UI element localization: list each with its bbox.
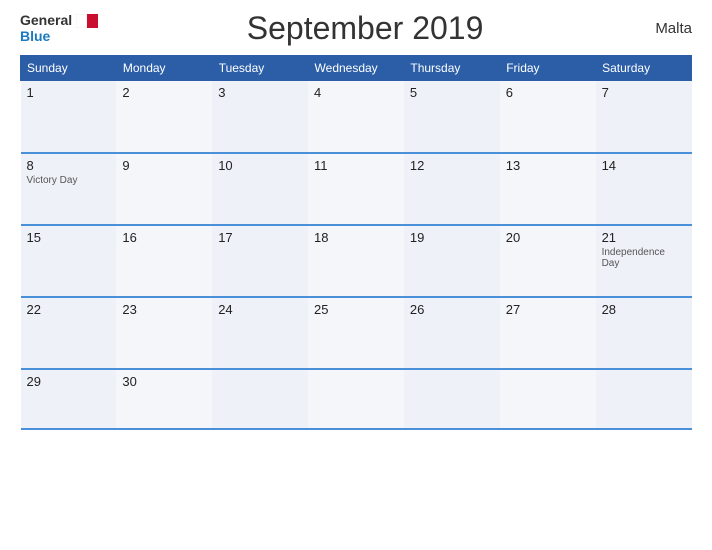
day-number: 21 (602, 230, 686, 245)
day-number: 26 (410, 302, 494, 317)
calendar-day-cell: 23 (116, 297, 212, 369)
calendar-day-cell: 9 (116, 153, 212, 225)
calendar-day-cell (404, 369, 500, 429)
calendar-week-row: 15 16 17 18 19 20 21 Independence Day (21, 225, 692, 297)
day-number: 23 (122, 302, 206, 317)
day-number: 28 (602, 302, 686, 317)
calendar-day-cell: 18 (308, 225, 404, 297)
calendar-day-cell: 22 (21, 297, 117, 369)
day-number: 16 (122, 230, 206, 245)
holiday-label: Victory Day (27, 175, 111, 186)
calendar-day-cell: 24 (212, 297, 308, 369)
country-name: Malta (632, 20, 692, 37)
calendar-day-cell (212, 369, 308, 429)
calendar-day-cell: 1 (21, 81, 117, 153)
calendar-day-cell: 12 (404, 153, 500, 225)
day-number: 14 (602, 158, 686, 173)
calendar-day-cell: 27 (500, 297, 596, 369)
calendar-day-cell: 8 Victory Day (21, 153, 117, 225)
calendar-day-cell: 5 (404, 81, 500, 153)
calendar-header-cell: Wednesday (308, 56, 404, 81)
day-number: 13 (506, 158, 590, 173)
calendar-header-cell: Tuesday (212, 56, 308, 81)
calendar-week-row: 1234567 (21, 81, 692, 153)
calendar-title: September 2019 (98, 10, 632, 47)
logo-blue-text: Blue (20, 29, 50, 44)
day-number: 24 (218, 302, 302, 317)
day-number: 7 (602, 85, 686, 100)
day-number: 30 (122, 374, 206, 389)
calendar-day-cell: 28 (596, 297, 692, 369)
day-number: 9 (122, 158, 206, 173)
day-number: 1 (27, 85, 111, 100)
calendar-day-cell: 7 (596, 81, 692, 153)
calendar-day-cell: 21 Independence Day (596, 225, 692, 297)
day-number: 19 (410, 230, 494, 245)
calendar-day-cell: 13 (500, 153, 596, 225)
calendar-day-cell: 19 (404, 225, 500, 297)
calendar-day-cell: 29 (21, 369, 117, 429)
day-number: 10 (218, 158, 302, 173)
calendar-day-cell: 11 (308, 153, 404, 225)
calendar-day-cell: 4 (308, 81, 404, 153)
day-number: 20 (506, 230, 590, 245)
calendar-day-cell: 3 (212, 81, 308, 153)
day-number: 8 (27, 158, 111, 173)
day-number: 25 (314, 302, 398, 317)
calendar-week-row: 22 23 24 25 26 27 28 (21, 297, 692, 369)
calendar-day-cell (308, 369, 404, 429)
day-number: 12 (410, 158, 494, 173)
day-number: 18 (314, 230, 398, 245)
calendar-header-row: SundayMondayTuesdayWednesdayThursdayFrid… (21, 56, 692, 81)
calendar-header-cell: Sunday (21, 56, 117, 81)
calendar-header-cell: Saturday (596, 56, 692, 81)
calendar-header-cell: Thursday (404, 56, 500, 81)
calendar-header-cell: Friday (500, 56, 596, 81)
calendar-day-cell: 6 (500, 81, 596, 153)
day-number: 17 (218, 230, 302, 245)
page-header: General Blue September 2019 Malta (20, 10, 692, 47)
calendar-day-cell: 15 (21, 225, 117, 297)
day-number: 5 (410, 85, 494, 100)
day-number: 3 (218, 85, 302, 100)
calendar-day-cell: 30 (116, 369, 212, 429)
calendar-table: SundayMondayTuesdayWednesdayThursdayFrid… (20, 55, 692, 430)
day-number: 15 (27, 230, 111, 245)
calendar-day-cell: 14 (596, 153, 692, 225)
calendar-week-row: 8 Victory Day 9 10 11 12 13 14 (21, 153, 692, 225)
logo-flag-icon (76, 14, 98, 28)
day-number: 4 (314, 85, 398, 100)
day-number: 22 (27, 302, 111, 317)
calendar-day-cell (500, 369, 596, 429)
day-number: 27 (506, 302, 590, 317)
calendar-week-row: 29 30 (21, 369, 692, 429)
calendar-day-cell: 2 (116, 81, 212, 153)
calendar-day-cell: 26 (404, 297, 500, 369)
logo-general-text: General (20, 13, 72, 28)
calendar-day-cell: 25 (308, 297, 404, 369)
calendar-day-cell: 10 (212, 153, 308, 225)
calendar-header-cell: Monday (116, 56, 212, 81)
day-number: 2 (122, 85, 206, 100)
calendar-day-cell: 17 (212, 225, 308, 297)
calendar-day-cell (596, 369, 692, 429)
day-number: 29 (27, 374, 111, 389)
calendar-day-cell: 20 (500, 225, 596, 297)
day-number: 11 (314, 158, 398, 173)
day-number: 6 (506, 85, 590, 100)
holiday-label: Independence Day (602, 247, 686, 269)
calendar-day-cell: 16 (116, 225, 212, 297)
logo: General Blue (20, 13, 98, 44)
